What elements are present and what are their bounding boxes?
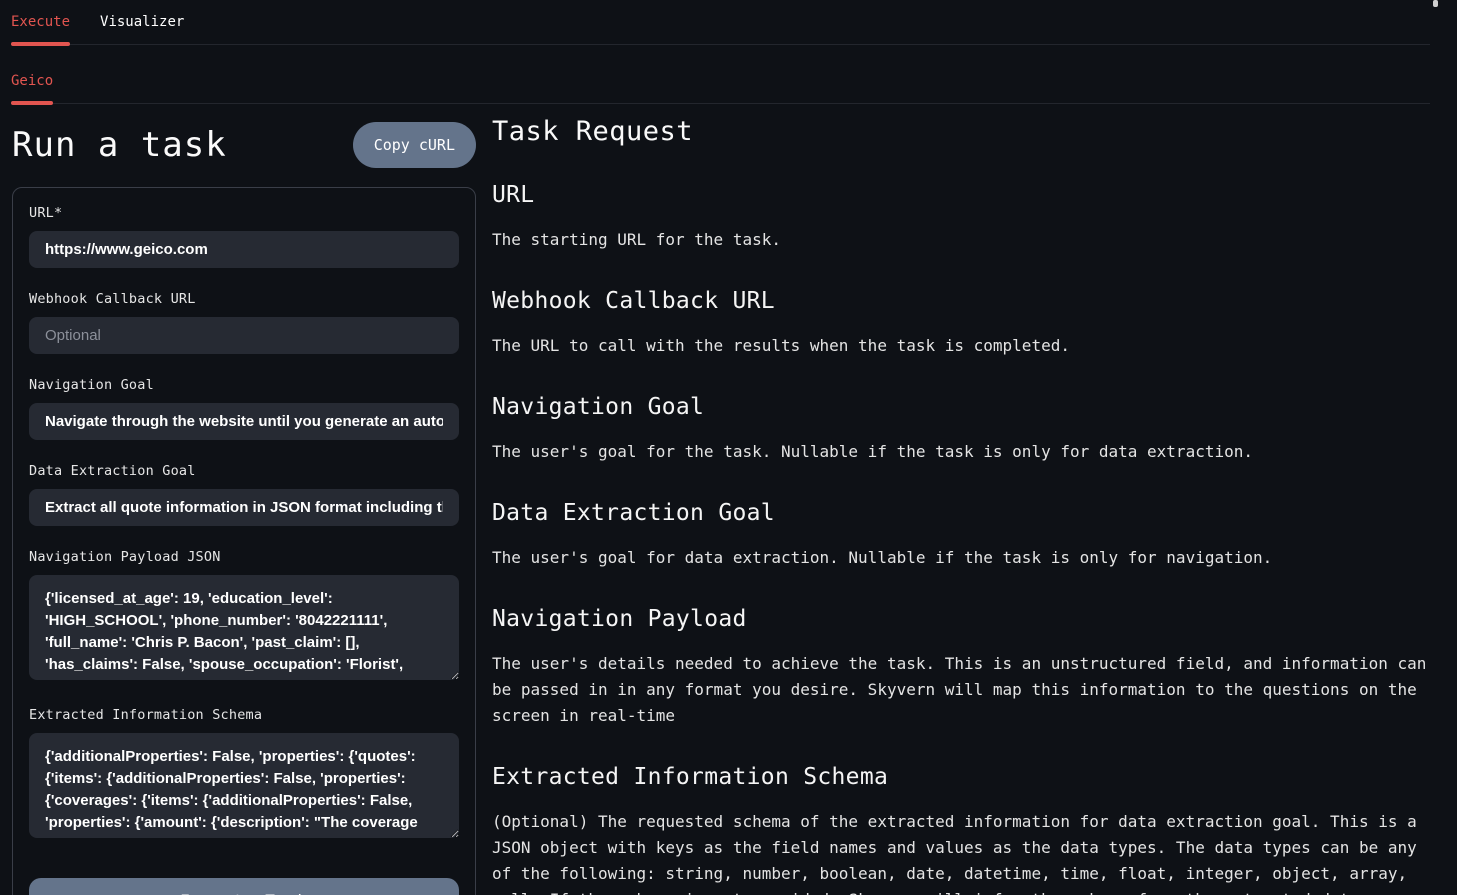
extracted-information-schema-textarea[interactable]: {'additionalProperties': False, 'propert…	[29, 733, 459, 838]
doc-heading: Navigation Payload	[492, 606, 1436, 632]
url-field: URL*	[29, 205, 459, 268]
url-input[interactable]	[29, 231, 459, 268]
doc-section-navigation-payload: Navigation Payload The user's details ne…	[492, 606, 1436, 729]
run-task-panel: Run a task Copy cURL URL* Webhook Callba…	[12, 104, 476, 895]
navigation-goal-field: Navigation Goal	[29, 377, 459, 440]
doc-heading: URL	[492, 182, 1436, 208]
extracted-information-schema-label: Extracted Information Schema	[29, 707, 459, 723]
navigation-payload-json-textarea[interactable]: {'licensed_at_age': 19, 'education_level…	[29, 575, 459, 680]
data-extraction-goal-label: Data Extraction Goal	[29, 463, 459, 479]
tab-execute[interactable]: Execute	[11, 14, 70, 44]
task-request-docs: Task Request URL The starting URL for th…	[492, 104, 1436, 895]
doc-section-navigation-goal: Navigation Goal The user's goal for the …	[492, 394, 1436, 465]
main-content: Run a task Copy cURL URL* Webhook Callba…	[0, 104, 1457, 895]
doc-section-extracted-information-schema: Extracted Information Schema (Optional) …	[492, 764, 1436, 895]
doc-section-data-extraction-goal: Data Extraction Goal The user's goal for…	[492, 500, 1436, 571]
docs-title: Task Request	[492, 116, 1436, 147]
webhook-callback-url-field: Webhook Callback URL	[29, 291, 459, 354]
navigation-goal-input[interactable]	[29, 403, 459, 440]
page-title: Run a task	[12, 125, 227, 165]
webhook-callback-url-input[interactable]	[29, 317, 459, 354]
doc-heading: Data Extraction Goal	[492, 500, 1436, 526]
doc-body: The starting URL for the task.	[492, 227, 1436, 253]
doc-heading: Extracted Information Schema	[492, 764, 1436, 790]
copy-curl-button[interactable]: Copy cURL	[353, 122, 476, 168]
data-extraction-goal-input[interactable]	[29, 489, 459, 526]
task-form-card: URL* Webhook Callback URL Navigation Goa…	[12, 187, 476, 895]
main-tabbar: Execute Visualizer	[11, 0, 1430, 45]
navigation-goal-label: Navigation Goal	[29, 377, 459, 393]
doc-body: The user's goal for data extraction. Nul…	[492, 545, 1436, 571]
extracted-information-schema-field: Extracted Information Schema {'additiona…	[29, 707, 459, 842]
navigation-payload-json-field: Navigation Payload JSON {'licensed_at_ag…	[29, 549, 459, 684]
url-field-label: URL*	[29, 205, 459, 221]
sub-tabbar: Geico	[11, 45, 1430, 104]
doc-section-webhook-callback-url: Webhook Callback URL The URL to call wit…	[492, 288, 1436, 359]
doc-heading: Navigation Goal	[492, 394, 1436, 420]
webhook-callback-url-label: Webhook Callback URL	[29, 291, 459, 307]
doc-section-url: URL The starting URL for the task.	[492, 182, 1436, 253]
tab-geico[interactable]: Geico	[11, 73, 53, 103]
doc-heading: Webhook Callback URL	[492, 288, 1436, 314]
tab-visualizer[interactable]: Visualizer	[100, 14, 184, 44]
doc-body: The user's goal for the task. Nullable i…	[492, 439, 1436, 465]
doc-body: The URL to call with the results when th…	[492, 333, 1436, 359]
run-task-header: Run a task Copy cURL	[12, 120, 476, 170]
navigation-payload-json-label: Navigation Payload JSON	[29, 549, 459, 565]
scrollbar-thumb[interactable]	[1433, 0, 1438, 7]
doc-body: (Optional) The requested schema of the e…	[492, 809, 1436, 895]
execute-task-button[interactable]: Execute Task	[29, 878, 459, 895]
doc-body: The user's details needed to achieve the…	[492, 651, 1436, 729]
data-extraction-goal-field: Data Extraction Goal	[29, 463, 459, 526]
